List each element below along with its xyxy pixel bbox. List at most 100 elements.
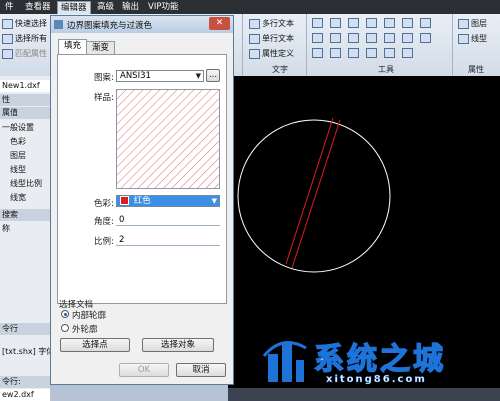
tool-icon[interactable] xyxy=(420,33,431,43)
menu-output[interactable]: 输出 xyxy=(119,1,142,13)
tab-gradient[interactable]: 渐变 xyxy=(86,41,116,55)
select-all-button[interactable]: 选择所有 xyxy=(2,33,47,44)
attdef-label: 属性定义 xyxy=(262,49,294,58)
tool-icon[interactable] xyxy=(402,18,413,28)
radio-outer[interactable] xyxy=(61,324,69,332)
scale-input[interactable]: 2 xyxy=(116,234,220,246)
mtext-icon xyxy=(249,18,260,29)
tool-icon[interactable] xyxy=(348,48,359,58)
mtext-button[interactable]: 多行文本 xyxy=(249,18,294,29)
ribbon-divider xyxy=(452,14,453,76)
tab-fill[interactable]: 填充 xyxy=(58,39,88,55)
props-values-header: 属值 xyxy=(0,107,50,119)
tool-icon[interactable] xyxy=(312,48,323,58)
tool-icon[interactable] xyxy=(330,18,341,28)
color-value: 红色 xyxy=(133,196,151,206)
cmd-footer[interactable]: 令行: xyxy=(0,376,50,388)
props-linetype[interactable]: 线型 xyxy=(0,164,50,176)
pick-points-button[interactable]: 选择点 xyxy=(60,338,130,352)
close-button[interactable]: ✕ xyxy=(209,17,230,30)
match-props-label: 匹配属性 xyxy=(15,49,47,58)
chevron-down-icon: ▼ xyxy=(195,72,201,80)
radio-inner[interactable] xyxy=(61,310,69,318)
tool-icon[interactable] xyxy=(384,18,395,28)
hatch-dialog: 边界图案填充与过渡色 ✕ 填充 渐变 图案: ANSI31 ▼ ... 样品: … xyxy=(50,15,234,385)
select-all-label: 选择所有 xyxy=(15,34,47,43)
pattern-preview[interactable] xyxy=(116,89,220,189)
menu-file[interactable]: 件 xyxy=(2,1,17,13)
menu-vip[interactable]: VIP功能 xyxy=(145,1,181,13)
linetype-label: 线型 xyxy=(471,34,487,43)
props-ltscale[interactable]: 线型比例 xyxy=(0,178,50,190)
stext-button[interactable]: 单行文本 xyxy=(249,33,294,44)
pattern-label: 图案: xyxy=(94,73,114,83)
tool-icon[interactable] xyxy=(384,48,395,58)
tool-icon[interactable] xyxy=(384,33,395,43)
attdef-button[interactable]: 属性定义 xyxy=(249,48,294,59)
color-select[interactable]: 红色 ▼ xyxy=(116,195,220,207)
color-label: 色彩: xyxy=(94,199,114,209)
tool-icon[interactable] xyxy=(348,33,359,43)
tool-icon[interactable] xyxy=(366,33,377,43)
layer-button[interactable]: 图层 xyxy=(458,18,487,29)
linetype-button[interactable]: 线型 xyxy=(458,33,487,44)
group-props-label: 属性 xyxy=(468,65,484,74)
match-props-button[interactable]: 匹配属性 xyxy=(2,48,47,59)
hatch-preview-icon xyxy=(117,90,219,188)
dialog-title: 边界图案填充与过渡色 xyxy=(67,21,153,31)
group-tools-label: 工具 xyxy=(378,65,394,74)
attdef-icon xyxy=(249,48,260,59)
select-objects-button[interactable]: 选择对象 xyxy=(142,338,214,352)
mtext-label: 多行文本 xyxy=(262,19,294,28)
watermark-url: xitong86.com xyxy=(326,374,427,385)
logo-icon xyxy=(262,341,307,382)
menu-bar: 件 查看器 编辑器 高级 输出 VIP功能 xyxy=(0,0,500,15)
cancel-button[interactable]: 取消 xyxy=(176,363,226,377)
ribbon-divider xyxy=(242,14,243,76)
menu-editor[interactable]: 编辑器 xyxy=(57,1,91,15)
props-layer[interactable]: 图层 xyxy=(0,150,50,162)
menu-viewer[interactable]: 查看器 xyxy=(22,1,54,13)
circle-shape[interactable] xyxy=(237,119,391,273)
angle-input[interactable]: 0 xyxy=(116,214,220,226)
cmd-header: 令行 xyxy=(0,323,50,335)
tool-icon[interactable] xyxy=(312,18,323,28)
match-icon xyxy=(2,48,13,59)
group-text-label: 文字 xyxy=(272,65,288,74)
dialog-titlebar[interactable]: 边界图案填充与过渡色 ✕ xyxy=(51,16,233,33)
layer-label: 图层 xyxy=(471,19,487,28)
cmd-text: [txt.shx] 字体 xyxy=(2,347,50,356)
tool-icon[interactable] xyxy=(330,48,341,58)
props-lineweight[interactable]: 线宽 xyxy=(0,192,50,204)
tool-icon[interactable] xyxy=(366,48,377,58)
file-tab-2[interactable]: ew2.dxf xyxy=(0,389,50,401)
search-item[interactable]: 称 xyxy=(0,223,50,235)
tool-icon[interactable] xyxy=(402,33,413,43)
watermark: 系统之城 xitong86.com xyxy=(262,332,494,392)
tool-icon[interactable] xyxy=(402,48,413,58)
ok-button[interactable]: OK xyxy=(119,363,169,377)
file-tab[interactable]: New1.dxf xyxy=(0,80,50,92)
hatch-line xyxy=(291,119,341,269)
pattern-select[interactable]: ANSI31 ▼ xyxy=(116,70,204,82)
props-color[interactable]: 色彩 xyxy=(0,136,50,148)
tool-icon[interactable] xyxy=(420,18,431,28)
pattern-value: ANSI31 xyxy=(120,71,151,81)
tool-icon[interactable] xyxy=(348,18,359,28)
quick-select-button[interactable]: 快速选择 xyxy=(2,18,47,29)
watermark-title: 系统之城 xyxy=(313,341,446,378)
tool-icon[interactable] xyxy=(312,33,323,43)
layer-icon xyxy=(458,18,469,29)
search-header: 搜索 xyxy=(0,209,50,221)
angle-label: 角度: xyxy=(94,217,114,227)
props-general[interactable]: 一般设置 xyxy=(0,122,50,134)
chevron-down-icon: ▼ xyxy=(211,197,217,205)
menu-advanced[interactable]: 高级 xyxy=(94,1,117,13)
sample-label: 样品: xyxy=(94,93,114,103)
pattern-browse-button[interactable]: ... xyxy=(206,69,220,82)
tool-icon[interactable] xyxy=(330,33,341,43)
radio-inner-label: 内部轮廓 xyxy=(72,311,107,321)
tool-icon[interactable] xyxy=(366,18,377,28)
select-all-icon xyxy=(2,33,13,44)
ribbon-divider xyxy=(306,14,307,76)
